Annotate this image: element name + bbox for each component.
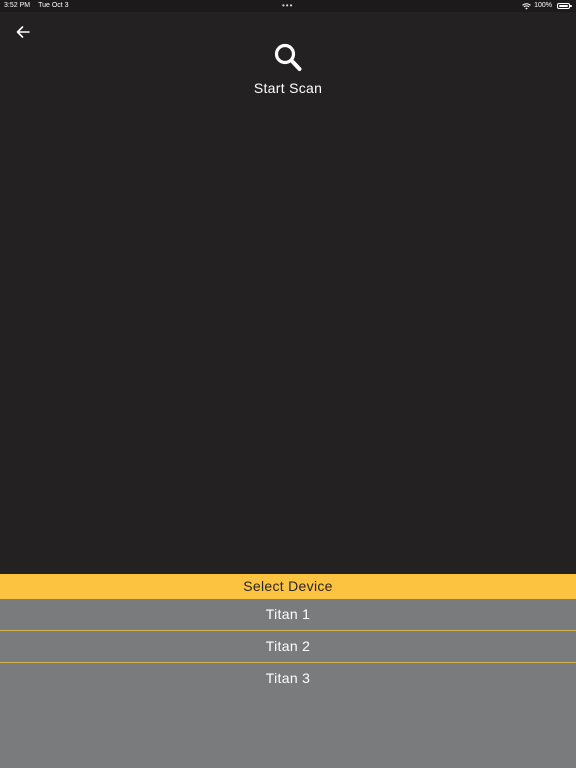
status-time: 3:52 PM (4, 2, 31, 9)
select-device-header: Select Device (0, 574, 576, 599)
arrow-left-icon (16, 25, 30, 43)
status-left: 3:52 PM Tue Oct 3 (4, 0, 69, 12)
wifi-icon (522, 2, 531, 10)
device-item-titan-1[interactable]: Titan 1 (0, 599, 576, 631)
status-right: 100% (522, 0, 572, 12)
battery-fill (559, 5, 568, 7)
search-icon (273, 42, 303, 74)
status-bar: 3:52 PM Tue Oct 3 ••• 100% (0, 0, 576, 12)
device-list: Titan 1 Titan 2 Titan 3 (0, 599, 576, 694)
back-button[interactable] (10, 22, 36, 46)
battery-icon (557, 3, 572, 9)
start-scan-label: Start Scan (253, 80, 323, 96)
multitask-dots[interactable]: ••• (282, 0, 293, 12)
device-item-titan-2[interactable]: Titan 2 (0, 631, 576, 663)
device-item-titan-3[interactable]: Titan 3 (0, 663, 576, 694)
status-date: Tue Oct 3 (38, 2, 69, 9)
start-scan-button[interactable]: Start Scan (238, 42, 338, 96)
device-panel: Select Device Titan 1 Titan 2 Titan 3 (0, 574, 576, 768)
battery-percent: 100% (534, 2, 552, 9)
